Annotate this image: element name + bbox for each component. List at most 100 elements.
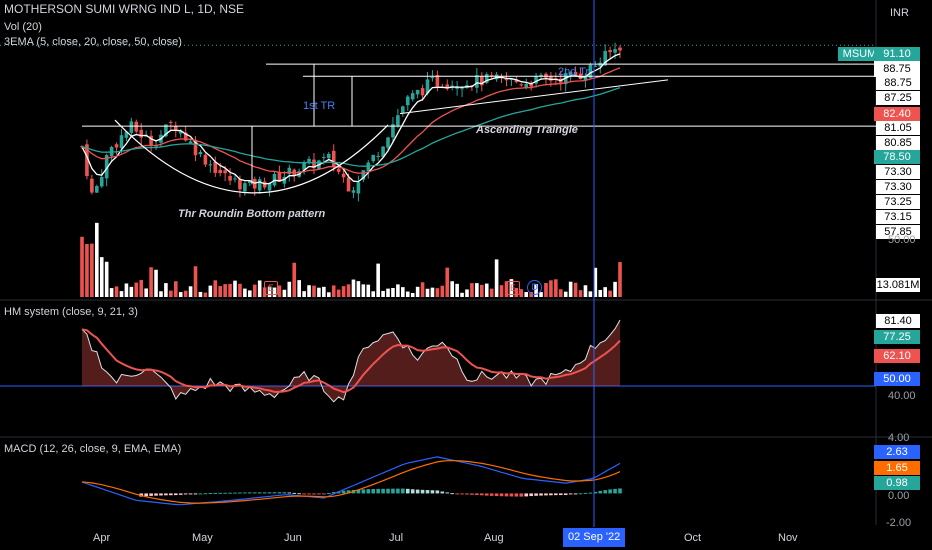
macd-histogram-bar (578, 493, 583, 495)
macd-histogram-bar (243, 492, 247, 494)
macd-histogram-bar (499, 493, 504, 497)
macd-histogram-bar (396, 488, 400, 494)
candle (435, 75, 440, 87)
volume-bar (381, 290, 385, 297)
macd-histogram-bar (460, 493, 464, 495)
volume-bar (356, 281, 361, 297)
candle (243, 183, 247, 192)
volume-bar (435, 288, 440, 297)
macd-histogram-bar (549, 493, 553, 496)
hm-indicator-label[interactable]: HM system (close, 9, 21, 3) (4, 306, 138, 319)
macd-histogram-bar (267, 492, 272, 494)
macd-histogram-bar (519, 493, 524, 497)
macd-axis-label: -2.00 (886, 517, 912, 529)
macd-indicator-label[interactable]: MACD (12, 26, close, 9, EMA, EMA) (4, 443, 181, 456)
volume-bar (178, 292, 183, 297)
volume-bar (549, 280, 553, 297)
macd-histogram-bar (504, 493, 509, 497)
volume-bar (292, 262, 297, 297)
ascending-triangle-annotation: Ascending Traingle (476, 124, 578, 136)
chart-canvas[interactable] (0, 0, 932, 550)
candle (396, 115, 400, 126)
macd-histogram-bar (381, 488, 385, 494)
ema50-tag: 78.50 (874, 150, 920, 164)
candle (139, 129, 144, 138)
macd-histogram-bar (588, 492, 593, 494)
macd-histogram-bar (618, 488, 622, 494)
macd-histogram-bar (307, 493, 311, 495)
rounding-bottom-annotation: Thr Roundin Bottom pattern (178, 208, 326, 220)
candle (341, 173, 346, 178)
volume-bar (109, 288, 114, 297)
macd-histogram-bar (164, 493, 168, 496)
macd-histogram-bar (366, 489, 371, 494)
macd-histogram-bar (583, 492, 588, 494)
volume-bar (415, 286, 420, 297)
macd-histogram-bar (494, 493, 499, 497)
volume-bar (277, 285, 282, 297)
time-label-apr: Apr (93, 532, 111, 544)
volume-bar (613, 281, 617, 297)
dividend-event-marker[interactable]: D (527, 280, 542, 295)
macd-histogram-bar (188, 493, 193, 495)
candle (346, 177, 351, 192)
macd-line (81, 456, 621, 506)
volume-bar (104, 261, 109, 297)
volume-bar (558, 289, 563, 297)
volume-bar (499, 285, 504, 297)
macd-histogram-bar (598, 490, 603, 494)
candle (613, 49, 617, 53)
candle (410, 93, 415, 100)
volume-bar (223, 284, 227, 297)
volume-bar (618, 262, 622, 297)
candle (218, 169, 223, 174)
candle (307, 158, 311, 162)
macd-histogram-bar (297, 493, 301, 495)
volume-bar (396, 284, 400, 297)
macd-histogram-bar (252, 492, 257, 494)
candle (257, 179, 262, 191)
macd-histogram-bar (322, 493, 326, 495)
candle (405, 96, 410, 106)
macd-histogram-bar (203, 493, 208, 495)
volume-bar (346, 284, 351, 297)
candle (430, 77, 435, 79)
volume-bar (183, 290, 188, 297)
chart-title: MOTHERSON SUMI WRNG IND L, 1D, NSE (4, 2, 245, 16)
volume-bar (134, 282, 139, 297)
candle (228, 175, 232, 181)
earnings-event-marker[interactable]: E (506, 281, 520, 295)
ema-indicator-label[interactable]: 3EMA (5, close, 20, close, 50, close) (4, 36, 182, 49)
volume-bar (361, 284, 366, 297)
hm-tag: 77.25 (874, 330, 920, 344)
candle (129, 121, 134, 133)
volume-bar (524, 292, 529, 297)
second-tr-annotation: 2nd Tr (558, 66, 590, 78)
macd-histogram-bar (371, 489, 376, 494)
candle (336, 168, 341, 172)
volume-bar (430, 287, 435, 297)
earnings-event-marker[interactable]: E (264, 281, 278, 295)
macd-histogram-bar (248, 492, 252, 494)
candle (326, 153, 331, 159)
volume-bar (218, 286, 223, 297)
macd-histogram-bar (509, 493, 514, 497)
hm-tag: 62.10 (874, 349, 920, 363)
macd-axis-label: 0.00 (888, 490, 910, 502)
volume-bar (489, 288, 494, 297)
macd-histogram-bar (183, 493, 188, 495)
macd-histogram-bar (272, 492, 277, 494)
volume-indicator-label[interactable]: Vol (20) (4, 21, 42, 34)
volume-bar (603, 287, 607, 297)
volume-bar (484, 283, 489, 297)
candle (134, 121, 139, 132)
volume-bar (445, 267, 450, 297)
macd-histogram-bar (223, 492, 227, 494)
cursor-date-label: 02 Sep '22 (563, 528, 626, 547)
macd-histogram-bar (317, 493, 321, 495)
price-level-tag: 87.25 (876, 91, 920, 105)
volume-bar (233, 280, 237, 297)
macd-histogram-bar (149, 493, 153, 496)
volume-bar (317, 287, 321, 297)
macd-histogram-bar (292, 492, 297, 494)
